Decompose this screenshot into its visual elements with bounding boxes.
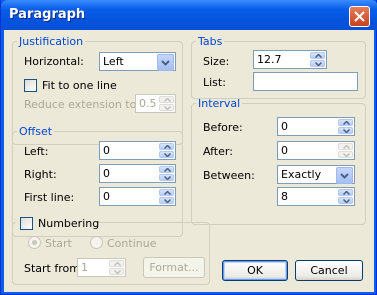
horizontal-label: Horizontal: <box>24 55 84 68</box>
arrow-up-icon <box>164 145 171 149</box>
offset-right-input[interactable]: 0 <box>99 164 176 183</box>
reduce-extension-label: Reduce extension to: <box>24 98 141 111</box>
tab-size-label: Size: <box>203 55 230 68</box>
start-radio-label: Start <box>45 237 72 250</box>
cancel-button[interactable]: Cancel <box>295 260 363 281</box>
arrow-down-icon <box>164 153 171 157</box>
arrow-up-icon <box>164 168 171 172</box>
interval-between-select[interactable]: Exactly <box>277 165 355 184</box>
horizontal-select[interactable]: Left <box>99 52 176 71</box>
close-button[interactable] <box>349 6 370 27</box>
dialog-title: Paragraph <box>9 7 86 22</box>
tab-list-input[interactable] <box>253 72 358 91</box>
offset-left-label: Left: <box>24 145 49 158</box>
start-radio-dot <box>32 240 37 245</box>
close-icon <box>354 11 365 22</box>
arrow-up-icon <box>114 262 121 266</box>
arrow-down-icon <box>315 62 322 66</box>
offset-first-line-label: First line: <box>24 191 75 204</box>
offset-first-line-input[interactable]: 0 <box>99 187 176 206</box>
chevron-down-icon <box>340 173 349 179</box>
arrow-up-icon <box>315 54 322 58</box>
fit-to-one-line-label: Fit to one line <box>42 79 117 92</box>
interval-after-input[interactable]: 0 <box>277 141 355 160</box>
offset-first-line-value: 0 <box>103 190 110 203</box>
arrow-up-icon <box>343 191 350 195</box>
fit-to-one-line-checkbox[interactable] <box>24 79 37 92</box>
start-from-label: Start from: <box>24 262 84 275</box>
paragraph-dialog: Paragraph Justification Horizontal: Left… <box>0 0 377 295</box>
offset-legend: Offset <box>19 125 53 138</box>
arrow-down-icon <box>114 270 121 274</box>
interval-exact-spinner[interactable] <box>338 189 353 204</box>
start-from-input[interactable]: 1 <box>77 258 126 277</box>
start-from-value: 1 <box>81 261 88 274</box>
arrow-down-icon <box>164 176 171 180</box>
interval-before-spinner[interactable] <box>338 119 353 134</box>
numbering-checkbox[interactable] <box>20 217 33 230</box>
tab-list-label: List: <box>203 76 226 89</box>
arrow-down-icon <box>343 199 350 203</box>
interval-before-value: 0 <box>281 120 288 133</box>
interval-before-label: Before: <box>203 121 243 134</box>
arrow-down-icon <box>343 129 350 133</box>
chevron-down-icon <box>161 60 170 66</box>
arrow-down-icon <box>164 106 171 110</box>
offset-left-spinner[interactable] <box>159 143 174 158</box>
offset-right-spinner[interactable] <box>159 166 174 181</box>
offset-right-label: Right: <box>24 168 57 181</box>
title-bar[interactable]: Paragraph <box>1 0 377 30</box>
tabs-legend: Tabs <box>198 35 223 48</box>
reduce-extension-spinner[interactable] <box>159 96 174 111</box>
interval-exact-input[interactable]: 8 <box>277 187 355 206</box>
interval-legend: Interval <box>198 97 241 110</box>
tab-size-input[interactable]: 12.7 <box>253 50 327 69</box>
tab-size-spinner[interactable] <box>310 52 325 67</box>
interval-exact-value: 8 <box>281 190 288 203</box>
arrow-up-icon <box>343 121 350 125</box>
reduce-extension-input[interactable]: 0.5 <box>135 94 176 113</box>
interval-after-value: 0 <box>281 144 288 157</box>
format-button[interactable]: Format... <box>143 257 205 278</box>
interval-after-spinner[interactable] <box>338 143 353 158</box>
interval-after-label: After: <box>203 145 233 158</box>
offset-first-line-spinner[interactable] <box>159 189 174 204</box>
offset-left-value: 0 <box>103 144 110 157</box>
arrow-up-icon <box>164 98 171 102</box>
start-from-spinner[interactable] <box>109 260 124 275</box>
arrow-up-icon <box>343 145 350 149</box>
arrow-up-icon <box>164 191 171 195</box>
offset-right-value: 0 <box>103 167 110 180</box>
arrow-down-icon <box>343 153 350 157</box>
interval-between-dropdown-button[interactable] <box>336 167 353 184</box>
interval-between-label: Between: <box>203 169 255 182</box>
horizontal-dropdown-button[interactable] <box>157 54 174 71</box>
dialog-body: Justification Horizontal: Left Fit to on… <box>4 30 374 292</box>
numbering-label: Numbering <box>38 217 100 230</box>
interval-between-value: Exactly <box>281 168 322 181</box>
offset-left-input[interactable]: 0 <box>99 141 176 160</box>
arrow-down-icon <box>164 199 171 203</box>
ok-button[interactable]: OK <box>222 260 288 281</box>
interval-before-input[interactable]: 0 <box>277 117 355 136</box>
reduce-extension-value: 0.5 <box>139 97 157 110</box>
start-radio[interactable] <box>28 236 41 249</box>
justification-legend: Justification <box>19 35 84 48</box>
continue-radio[interactable] <box>90 236 103 249</box>
tab-size-value: 12.7 <box>257 53 282 66</box>
horizontal-value: Left <box>103 55 124 68</box>
continue-radio-label: Continue <box>107 237 157 250</box>
